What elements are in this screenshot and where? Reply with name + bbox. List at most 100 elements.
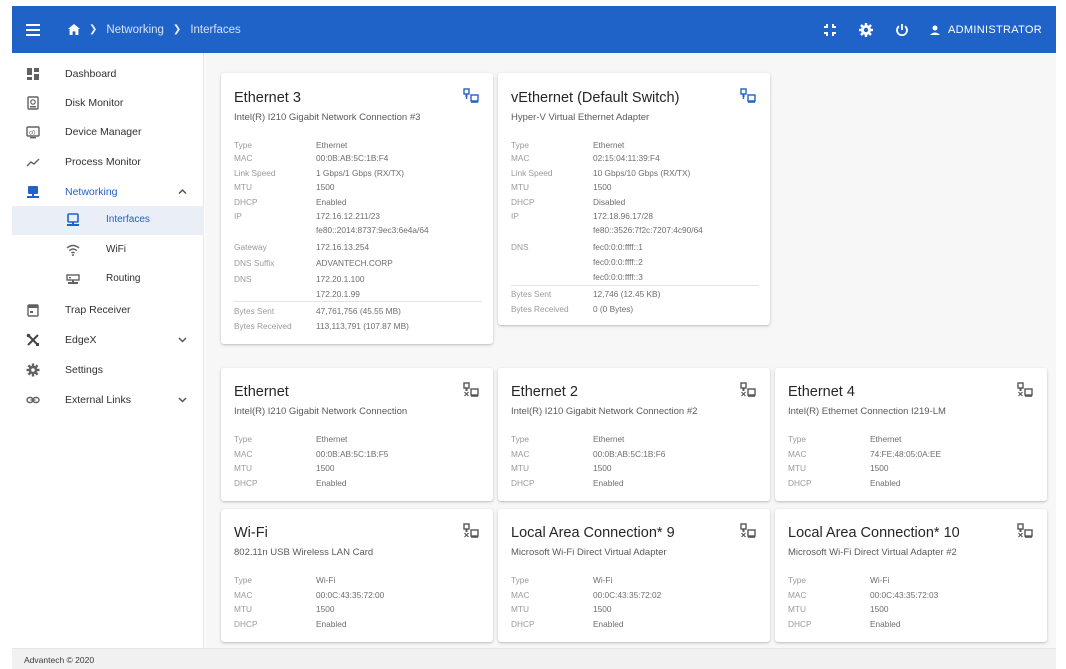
detail-row: Link Speed 10 Gbps/10 Gbps (RX/TX) — [511, 168, 761, 178]
sidebar-item-label: Settings — [65, 363, 103, 376]
detail-value: Enabled — [870, 619, 901, 629]
breadcrumb-interfaces: Interfaces — [190, 23, 241, 36]
detail-key: MTU — [234, 182, 252, 192]
detail-key: DHCP — [511, 478, 535, 488]
card-subtitle: Hyper-V Virtual Ethernet Adapter — [511, 112, 650, 123]
detail-key: MTU — [511, 604, 529, 614]
network-disconnected-icon[interactable] — [1017, 382, 1033, 398]
detail-value: fec0:0:0:ffff::2 — [593, 257, 643, 267]
detail-value: 00:0C:43:35:72:00 — [316, 590, 385, 600]
detail-row: MAC 00:0B:AB:5C:1B:F5 — [234, 449, 484, 459]
sidebar-item-routing[interactable]: Routing — [12, 265, 204, 294]
detail-row: Gateway 172.16.13.254 — [234, 242, 484, 252]
detail-row: DNS fec0:0:0:ffff::1 — [511, 242, 761, 252]
sidebar-item-disk-monitor[interactable]: Disk Monitor — [12, 88, 204, 117]
sidebar-item-interfaces[interactable]: Interfaces — [12, 206, 204, 235]
detail-value: Ethernet — [316, 434, 348, 444]
breadcrumb-networking[interactable]: Networking — [106, 24, 164, 36]
detail-key: DHCP — [234, 478, 258, 488]
device-manager-icon: ᴄ0 — [26, 126, 40, 139]
detail-row: MAC 00:0B:AB:5C:1B:F4 — [234, 153, 484, 163]
detail-key: Type — [788, 434, 806, 444]
detail-key: MAC — [234, 590, 253, 600]
network-icon[interactable] — [740, 88, 756, 104]
network-disconnected-icon[interactable] — [740, 523, 756, 539]
wifi-icon — [66, 244, 80, 256]
network-disconnected-icon[interactable] — [740, 382, 756, 398]
detail-key: Bytes Sent — [511, 289, 552, 299]
top-bar: ❯ Networking ❯ Interfaces ADMINISTRATOR — [12, 6, 1056, 53]
sidebar-item-settings[interactable]: Settings — [12, 355, 204, 384]
sidebar-item-networking[interactable]: Networking — [12, 177, 204, 206]
sidebar-item-label: Networking — [65, 185, 118, 198]
interface-card-local-area-connection-10: Local Area Connection* 10 Microsoft Wi-F… — [775, 509, 1047, 642]
sidebar-item-label: Interfaces — [106, 214, 150, 225]
sidebar-item-trap-receiver[interactable]: Trap Receiver — [12, 295, 204, 324]
detail-value: 74:FE:48:05:0A:EE — [870, 449, 942, 459]
interfaces-icon — [67, 213, 79, 226]
sidebar-item-device-manager[interactable]: ᴄ0 Device Manager — [12, 117, 204, 146]
interface-card-ethernet: Ethernet Intel(R) I210 Gigabit Network C… — [221, 368, 493, 501]
detail-key: MAC — [511, 153, 530, 163]
networking-icon — [27, 186, 39, 198]
detail-value: 172.18.96.17/28 — [593, 211, 653, 221]
detail-row: Type Wi-Fi — [511, 575, 761, 585]
detail-value: Enabled — [870, 478, 901, 488]
sidebar-item-process-monitor[interactable]: Process Monitor — [12, 147, 204, 176]
sidebar-item-edgex[interactable]: EdgeX — [12, 325, 204, 354]
detail-value: 1500 — [316, 463, 335, 473]
user-menu[interactable]: ADMINISTRATOR — [930, 24, 1042, 36]
network-disconnected-icon[interactable] — [463, 382, 479, 398]
detail-row: Type Wi-Fi — [788, 575, 1038, 585]
sidebar-item-dashboard[interactable]: Dashboard — [12, 59, 204, 88]
home-icon[interactable] — [68, 24, 80, 35]
detail-row: Bytes Received 0 (0 Bytes) — [511, 304, 761, 314]
card-title: Ethernet 3 — [234, 90, 301, 106]
card-title: Ethernet 4 — [788, 384, 855, 400]
card-subtitle: Intel(R) I210 Gigabit Network Connection… — [234, 112, 421, 123]
detail-row: MAC 00:0C:43:35:72:00 — [234, 590, 484, 600]
detail-row: Type Ethernet — [234, 434, 484, 444]
detail-key: MTU — [788, 463, 806, 473]
detail-key: Type — [234, 434, 252, 444]
detail-key: MAC — [788, 590, 807, 600]
settings-button[interactable] — [848, 6, 884, 53]
interface-card-wifi: Wi-Fi 802.11n USB Wireless LAN Card Type… — [221, 509, 493, 642]
detail-value: 02:15:04:11:39:F4 — [593, 153, 660, 163]
card-title: Wi-Fi — [234, 525, 268, 541]
edgex-icon — [26, 333, 39, 346]
fullscreen-exit-icon — [824, 23, 837, 36]
network-icon[interactable] — [463, 88, 479, 104]
fullscreen-button[interactable] — [812, 6, 848, 53]
detail-value: 12,746 (12.45 KB) — [593, 289, 661, 299]
gear-icon — [859, 22, 874, 37]
detail-key: MTU — [788, 604, 806, 614]
detail-row: DHCP Disabled — [511, 197, 761, 207]
card-title: Ethernet — [234, 384, 289, 400]
detail-value: 1500 — [870, 463, 889, 473]
process-monitor-icon — [26, 158, 40, 167]
chevron-right-icon: ❯ — [89, 24, 98, 35]
detail-value: 1 Gbps/1 Gbps (RX/TX) — [316, 168, 405, 178]
detail-value: 00:0C:43:35:72:03 — [870, 590, 939, 600]
power-button[interactable] — [884, 6, 920, 53]
sidebar-item-wifi[interactable]: WiFi — [12, 236, 204, 265]
sidebar-item-external-links[interactable]: External Links — [12, 385, 204, 414]
network-disconnected-icon[interactable] — [1017, 523, 1033, 539]
network-disconnected-icon[interactable] — [463, 523, 479, 539]
sidebar-item-label: External Links — [65, 393, 131, 406]
chevron-up-icon — [178, 188, 187, 195]
user-name: ADMINISTRATOR — [948, 23, 1042, 36]
svg-text:ᴄ0: ᴄ0 — [29, 131, 36, 137]
detail-key: Gateway — [234, 242, 267, 252]
card-title: vEthernet (Default Switch) — [511, 90, 680, 106]
sidebar-item-label: Process Monitor — [65, 155, 141, 168]
person-icon — [930, 25, 941, 35]
breadcrumb: ❯ Networking ❯ Interfaces — [68, 24, 241, 36]
detail-value: Wi-Fi — [593, 575, 613, 585]
detail-key: MAC — [511, 449, 530, 459]
detail-value: Ethernet — [593, 434, 625, 444]
hamburger-menu-button[interactable] — [12, 6, 54, 53]
detail-row: Type Ethernet — [511, 434, 761, 444]
detail-value: 0 (0 Bytes) — [593, 304, 634, 314]
